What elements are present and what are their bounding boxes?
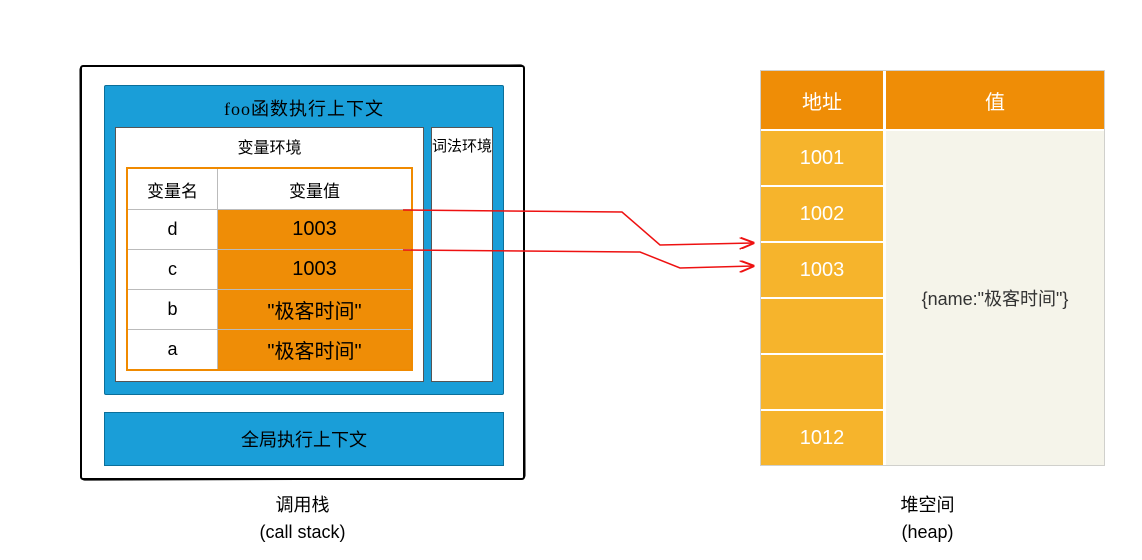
lexical-environment: 词法环境	[431, 127, 493, 382]
table-row: d 1003	[128, 209, 411, 249]
var-name-cell: d	[128, 210, 218, 249]
var-value-cell: 1003	[218, 250, 411, 289]
var-value-cell: "极客时间"	[218, 290, 411, 329]
heap-header-row: 地址 值	[761, 71, 1104, 129]
heap-panel: 地址 值 1001 1002 1003 1012 {name:"极客时间"}	[760, 70, 1105, 466]
column-header-name: 变量名	[128, 169, 218, 209]
heap-value-column: {name:"极客时间"}	[886, 129, 1104, 465]
heap-label-zh: 堆空间	[755, 492, 1100, 519]
global-execution-context: 全局执行上下文	[104, 412, 504, 466]
foo-execution-context: foo函数执行上下文 变量环境 变量名 变量值 d 1003	[104, 85, 504, 395]
var-name-cell: a	[128, 330, 218, 369]
global-context-title: 全局执行上下文	[241, 426, 367, 452]
foo-context-title: foo函数执行上下文	[105, 86, 503, 127]
call-stack-label-en: (call stack)	[80, 519, 525, 546]
column-header-value: 变量值	[218, 169, 411, 209]
table-row: b "极客时间"	[128, 289, 411, 329]
heap-address-cell	[761, 353, 886, 409]
variable-environment-title: 变量环境	[116, 128, 423, 164]
table-row: a "极客时间"	[128, 329, 411, 369]
variable-environment: 变量环境 变量名 变量值 d 1003 c 1003	[115, 127, 424, 382]
var-value-cell: "极客时间"	[218, 330, 411, 369]
var-name-cell: c	[128, 250, 218, 289]
heap-address-cell	[761, 297, 886, 353]
table-row: c 1003	[128, 249, 411, 289]
call-stack-caption: 调用栈 (call stack)	[80, 492, 525, 546]
heap-label-en: (heap)	[755, 519, 1100, 546]
heap-caption: 堆空间 (heap)	[755, 492, 1100, 546]
var-name-cell: b	[128, 290, 218, 329]
heap-address-cell: 1003	[761, 241, 886, 297]
variable-table: 变量名 变量值 d 1003 c 1003 b	[126, 167, 413, 371]
heap-address-column: 1001 1002 1003 1012	[761, 129, 886, 465]
heap-address-cell: 1002	[761, 185, 886, 241]
heap-object-value: {name:"极客时间"}	[922, 285, 1069, 311]
heap-address-cell: 1012	[761, 409, 886, 465]
lexical-environment-title: 词法环境	[432, 138, 492, 155]
heap-header-address: 地址	[761, 71, 886, 129]
heap-address-cell: 1001	[761, 129, 886, 185]
var-value-cell: 1003	[218, 210, 411, 249]
table-header-row: 变量名 变量值	[128, 169, 411, 209]
heap-header-value: 值	[886, 71, 1104, 129]
call-stack-label-zh: 调用栈	[80, 492, 525, 519]
call-stack-frame: foo函数执行上下文 变量环境 变量名 变量值 d 1003	[80, 65, 525, 480]
